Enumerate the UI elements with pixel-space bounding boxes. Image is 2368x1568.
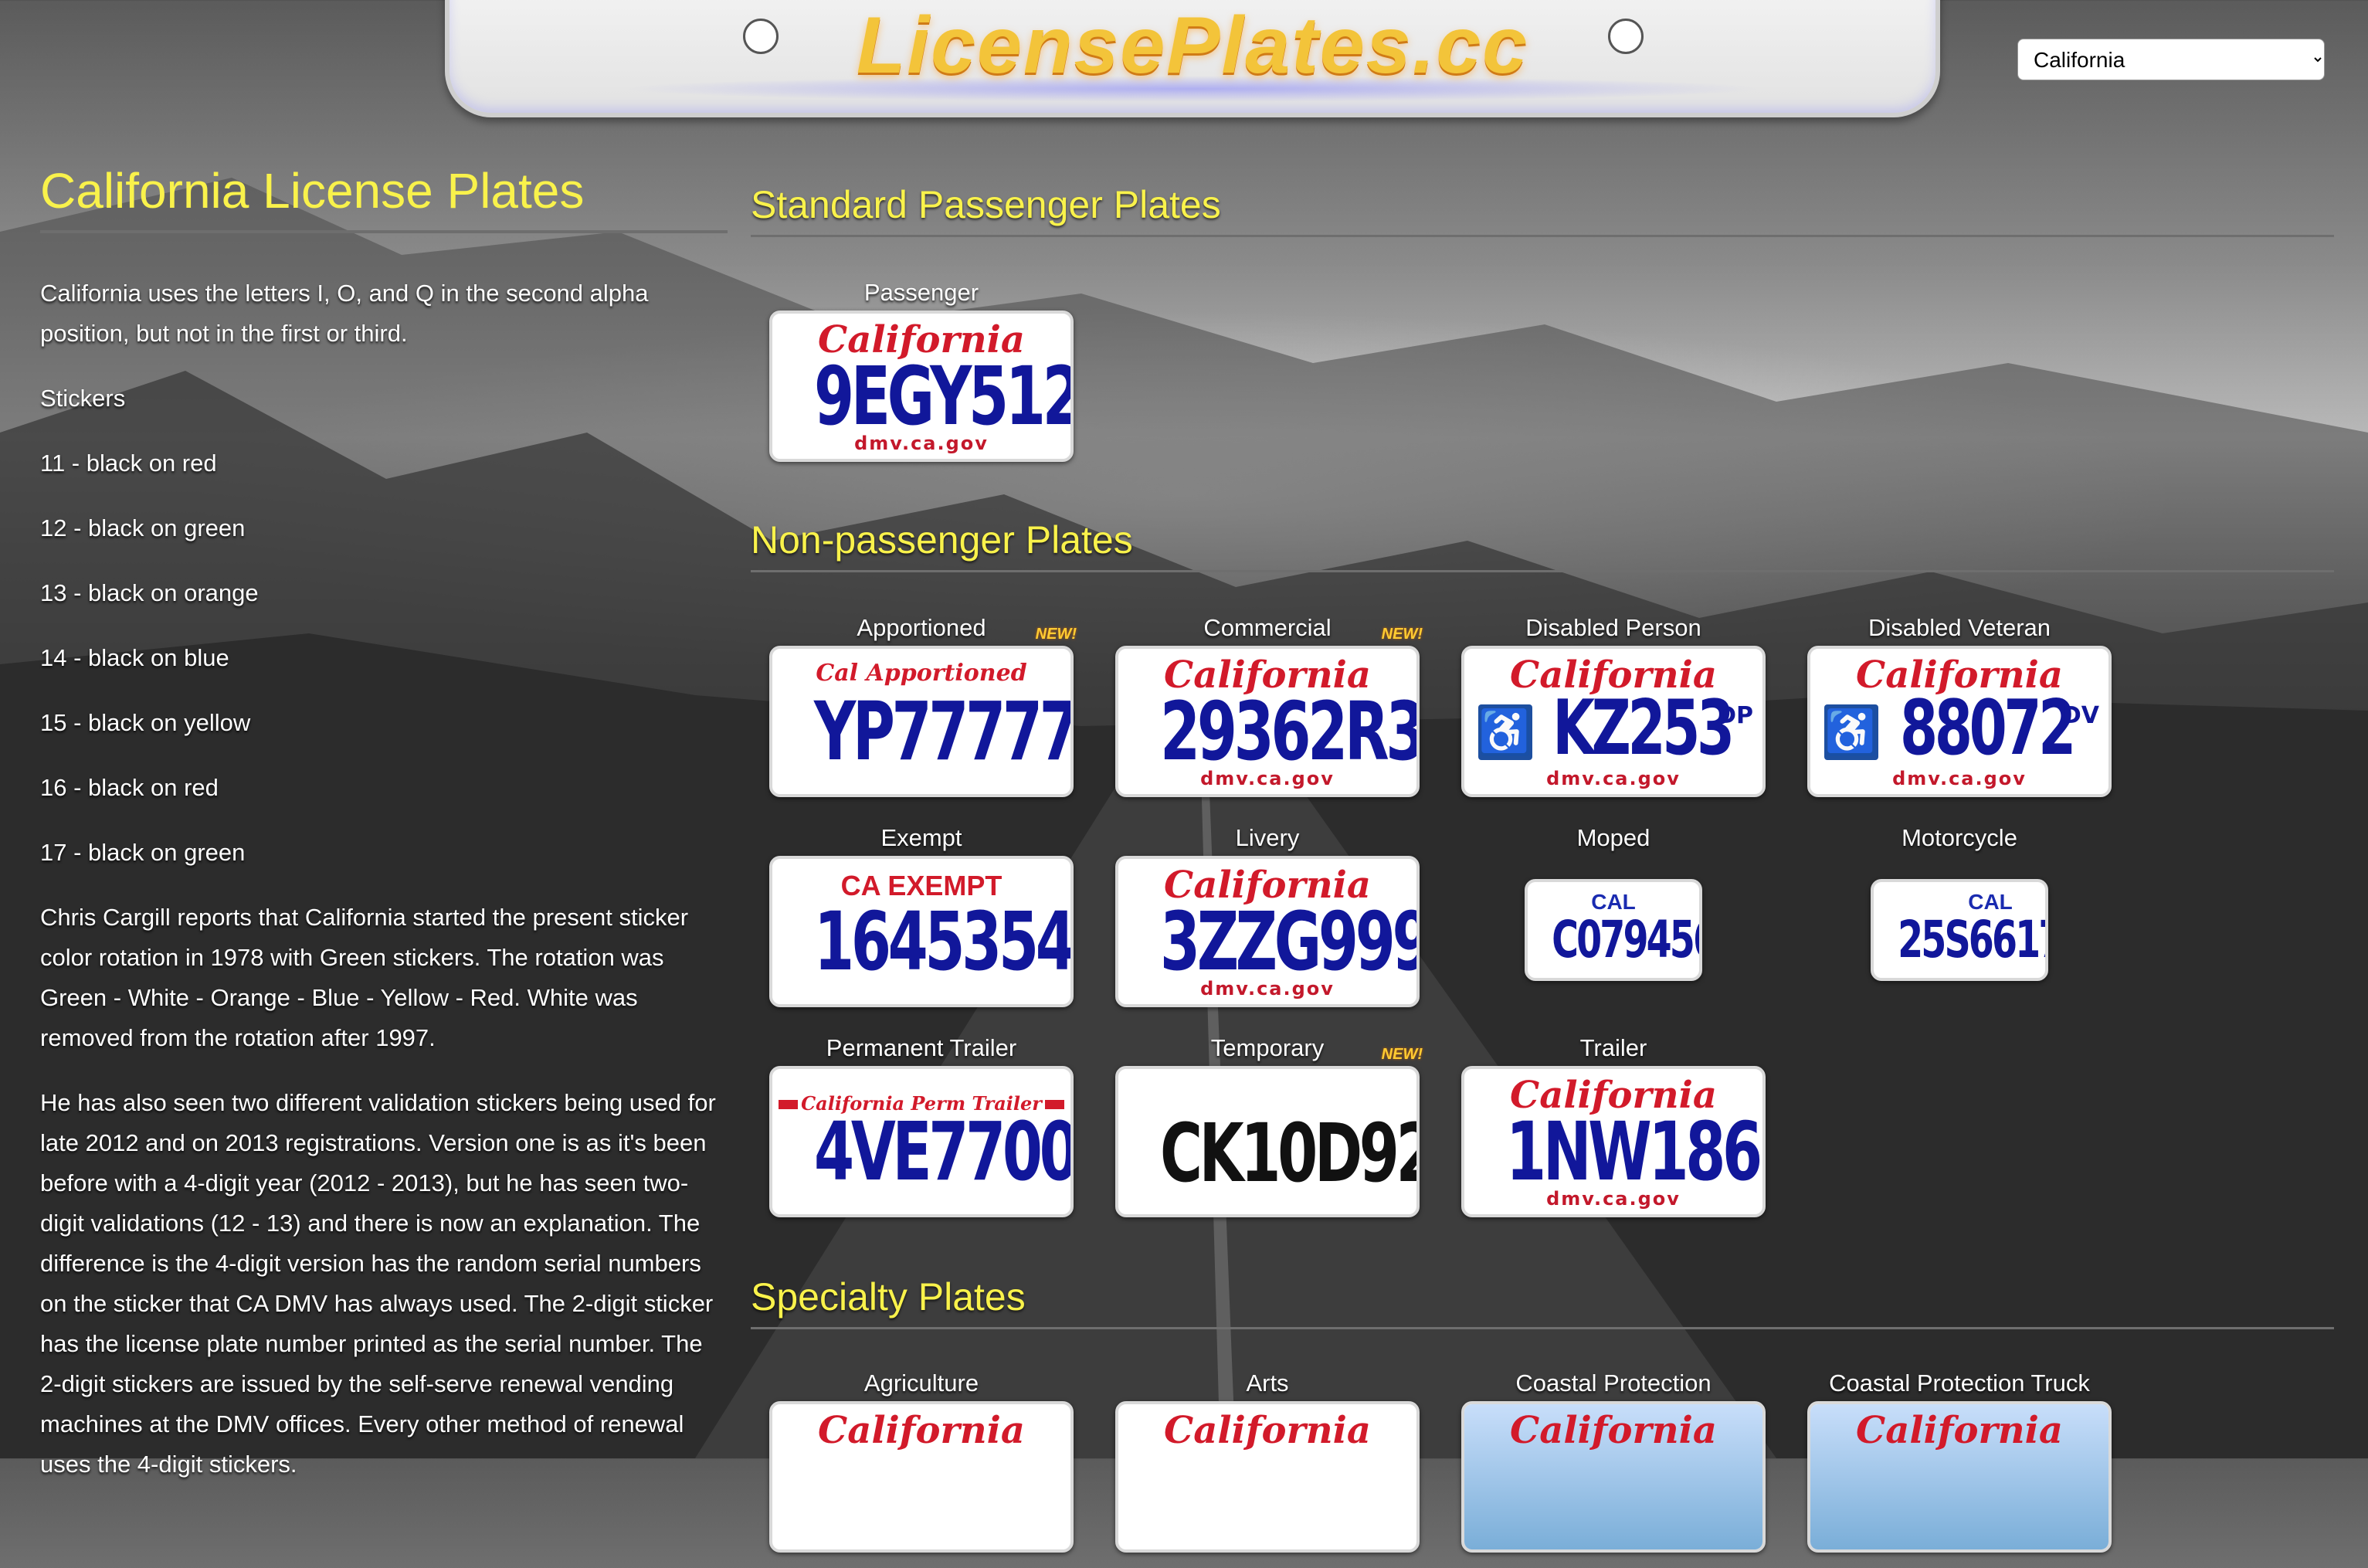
sticker-item: 14 - black on blue: [40, 644, 229, 671]
plate-number: CK10D92: [1160, 1106, 1420, 1200]
plate-image[interactable]: CK10D92: [1115, 1066, 1420, 1217]
plate-number: YP77777: [814, 684, 1074, 779]
plate-state: California: [818, 1409, 1025, 1452]
plate-footer: dmv.ca.gov: [1200, 978, 1335, 1000]
plate-label: Coastal Protection Truck: [1829, 1369, 2090, 1397]
sticker-item: 16 - black on red: [40, 774, 219, 801]
plate-number: KZ253: [1552, 684, 1735, 772]
plate-coastal-protection-truck[interactable]: Coastal Protection Truck California: [1804, 1366, 2115, 1568]
plate-footer: dmv.ca.gov: [1546, 1188, 1681, 1210]
plate-label: Permanent Trailer: [826, 1034, 1017, 1061]
plate-image[interactable]: CAL C079456: [1525, 879, 1702, 981]
plate-coastal-protection[interactable]: Coastal Protection California: [1458, 1366, 1769, 1568]
plate-label: Motorcycle: [1902, 824, 2017, 851]
plate-image[interactable]: CA EXEMPT 1645354: [769, 856, 1074, 1007]
plate-number: 4VE7700: [814, 1105, 1074, 1199]
site-logo-text: LicensePlates.cc: [856, 1, 1529, 90]
plate-livery[interactable]: Livery California 3ZZG999 dmv.ca.gov: [1112, 820, 1423, 1023]
plate-commercial[interactable]: Commercial NEW! California 29362R3 dmv.c…: [1112, 610, 1423, 813]
wheelchair-icon: ♿: [1824, 704, 1878, 760]
plate-label: Apportioned: [857, 614, 986, 641]
plate-number: 25S6617: [1898, 910, 2048, 969]
plate-image[interactable]: California: [1461, 1401, 1766, 1553]
plate-label: Moped: [1576, 824, 1650, 851]
plate-label: Trailer: [1579, 1034, 1647, 1061]
new-badge: NEW!: [1035, 626, 1077, 643]
plate-disabled-person[interactable]: Disabled Person California ♿ KZ253 DP dm…: [1458, 610, 1769, 813]
plate-image[interactable]: Cal Apportioned YP77777: [769, 646, 1074, 797]
plate-label: Commercial: [1203, 614, 1332, 641]
sticker-item: 12 - black on green: [40, 514, 246, 541]
plate-image[interactable]: California Perm Trailer 4VE7700: [769, 1066, 1074, 1217]
plate-label: Passenger: [863, 279, 979, 306]
plate-number: 3ZZG999: [1160, 894, 1420, 989]
plate-image[interactable]: California 1NW1866 dmv.ca.gov: [1461, 1066, 1766, 1217]
plate-image[interactable]: California: [1115, 1401, 1420, 1553]
plate-image[interactable]: California 29362R3 dmv.ca.gov: [1115, 646, 1420, 797]
plate-passenger[interactable]: Passenger California 9EGY512 dmv.ca.gov: [766, 275, 1077, 477]
plate-arts[interactable]: Arts California: [1112, 1366, 1423, 1568]
validation-paragraph: He has also seen two different validatio…: [40, 1089, 716, 1478]
plate-footer: dmv.ca.gov: [1200, 768, 1335, 789]
left-column: California License Plates California use…: [40, 162, 728, 1485]
new-badge: NEW!: [1381, 1046, 1423, 1063]
plate-motorcycle[interactable]: Motorcycle CAL 25S6617: [1804, 820, 2115, 1023]
intro-paragraph: California uses the letters I, O, and Q …: [40, 280, 649, 347]
plate-label: Disabled Veteran: [1868, 614, 2051, 641]
rotation-paragraph: Chris Cargill reports that California st…: [40, 904, 689, 1051]
plate-temporary[interactable]: Temporary NEW! CK10D92: [1112, 1030, 1423, 1233]
section-nonpassenger-title: Non-passenger Plates: [751, 518, 2334, 572]
plate-label: Arts: [1246, 1369, 1289, 1397]
plate-agriculture[interactable]: Agriculture California: [766, 1366, 1077, 1568]
plate-footer: dmv.ca.gov: [1892, 768, 2027, 789]
page-title: California License Plates: [40, 162, 728, 233]
plate-state: California: [1164, 1409, 1371, 1452]
plate-image[interactable]: California ♿ KZ253 DP dmv.ca.gov: [1461, 646, 1766, 797]
plate-footer: dmv.ca.gov: [854, 433, 989, 454]
plate-label: Exempt: [880, 824, 962, 851]
plate-label: Livery: [1235, 824, 1300, 851]
plate-number: 1645354: [814, 894, 1073, 989]
plate-label: Coastal Protection: [1515, 1369, 1712, 1397]
plate-image[interactable]: CAL 25S6617: [1871, 879, 2048, 981]
plate-disabled-veteran[interactable]: Disabled Veteran California ♿ 88072 DV d…: [1804, 610, 2115, 813]
plate-moped[interactable]: Moped CAL C079456: [1458, 820, 1769, 1023]
site-logo-plate[interactable]: LicensePlates.cc: [445, 0, 1940, 117]
plate-footer: dmv.ca.gov: [1546, 768, 1681, 789]
state-select[interactable]: California: [2017, 39, 2325, 80]
plate-number: 1NW1866: [1506, 1105, 1762, 1199]
section-standard-title: Standard Passenger Plates: [751, 182, 2334, 237]
plate-side-letters: DV: [2061, 702, 2099, 729]
plate-side-letters: DP: [1717, 702, 1753, 729]
plate-number: C079456: [1552, 910, 1702, 969]
plate-image[interactable]: California 9EGY512 dmv.ca.gov: [769, 311, 1074, 462]
plate-image[interactable]: California ♿ 88072 DV dmv.ca.gov: [1807, 646, 2112, 797]
plate-image[interactable]: California 3ZZG999 dmv.ca.gov: [1115, 856, 1420, 1007]
plate-image[interactable]: California: [769, 1401, 1074, 1553]
plate-label: Agriculture: [863, 1369, 979, 1397]
plate-state: California: [1510, 1409, 1717, 1452]
plate-apportioned[interactable]: Apportioned NEW! Cal Apportioned YP77777: [766, 610, 1077, 813]
plate-number: 9EGY512: [814, 349, 1074, 443]
sticker-item: 13 - black on orange: [40, 579, 259, 606]
stickers-heading: Stickers: [40, 385, 126, 412]
plate-trailer[interactable]: Trailer California 1NW1866 dmv.ca.gov: [1458, 1030, 1769, 1233]
sticker-item: 11 - black on red: [40, 450, 217, 477]
plate-state: Cal Apportioned: [816, 660, 1027, 687]
section-specialty-title: Specialty Plates: [751, 1274, 2334, 1329]
plate-permanent-trailer[interactable]: Permanent Trailer California Perm Traile…: [766, 1030, 1077, 1233]
plate-exempt[interactable]: Exempt CA EXEMPT 1645354: [766, 820, 1077, 1023]
sticker-item: 15 - black on yellow: [40, 709, 251, 736]
plate-label: Disabled Person: [1525, 614, 1701, 641]
plate-number: 88072: [1900, 684, 2076, 772]
plate-state: California: [1856, 1409, 2063, 1452]
plate-label: Temporary: [1210, 1034, 1325, 1061]
plate-image[interactable]: California: [1807, 1401, 2112, 1553]
wheelchair-icon: ♿: [1478, 704, 1532, 760]
sticker-item: 17 - black on green: [40, 839, 246, 866]
new-badge: NEW!: [1381, 626, 1423, 643]
plate-number: 29362R3: [1160, 684, 1420, 779]
